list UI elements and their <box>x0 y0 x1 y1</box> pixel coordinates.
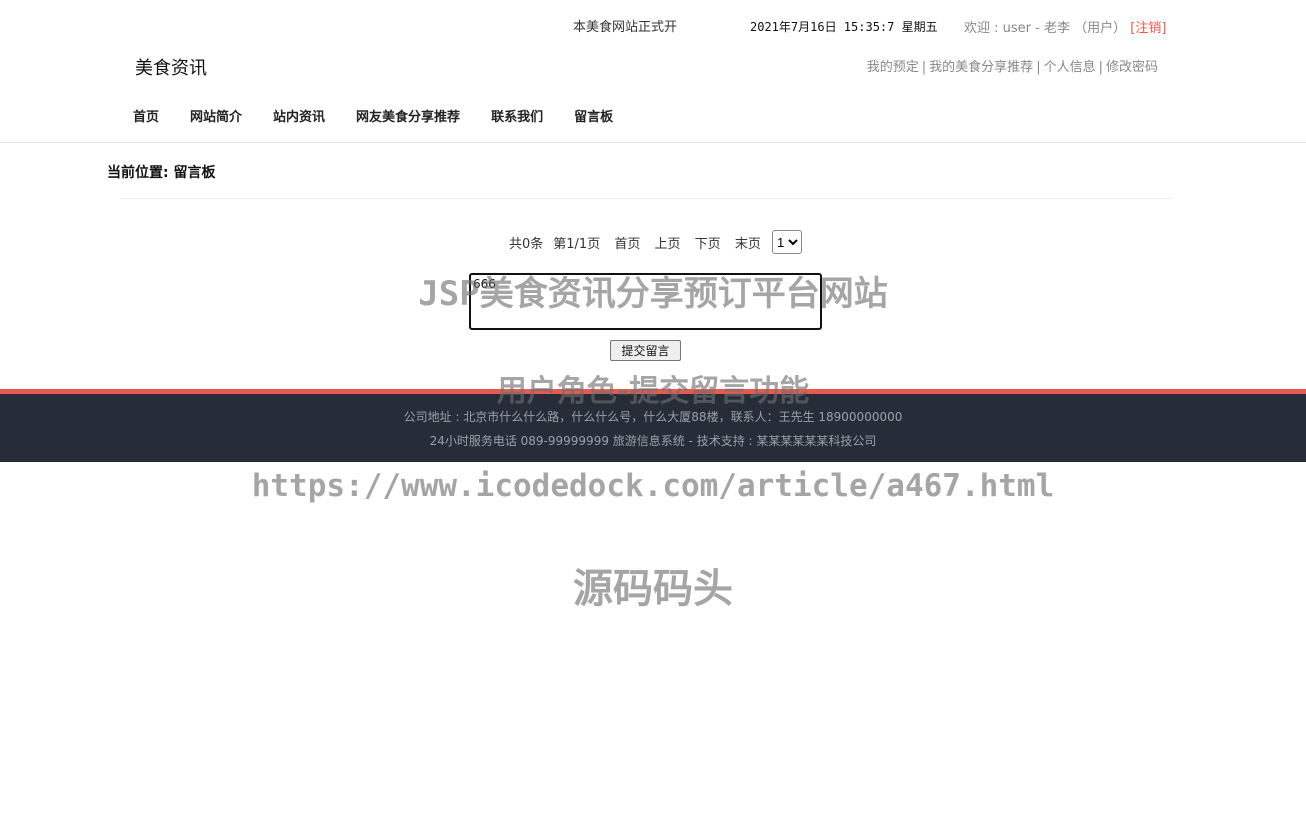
footer: 公司地址 : 北京市什么什么路，什么什么号，什么大厦88楼，联系人：王先生 18… <box>0 389 1306 462</box>
nav-contact[interactable]: 联系我们 <box>491 106 543 125</box>
watermark-url: https://www.icodedock.com/article/a467.h… <box>251 468 1055 504</box>
breadcrumb: 当前位置: 留言板 <box>107 165 216 181</box>
watermark-brand: 源码码头 <box>573 566 733 612</box>
nav-news[interactable]: 站内资讯 <box>273 106 325 125</box>
separator: | <box>1098 60 1103 75</box>
header-divider <box>0 142 1306 143</box>
breadcrumb-divider <box>120 198 1172 199</box>
pagination: 共0条 第1/1页 首页 上页 下页 末页 1 <box>0 230 1306 254</box>
prev-page-link[interactable]: 上页 <box>655 237 681 252</box>
welcome-text: 欢迎 : user - 老李 （用户） [注销] <box>964 17 1166 36</box>
top-bar: 本美食网站正式开 2021年7月16日 15:35:7 星期五 欢迎 : use… <box>0 0 1306 48</box>
page-select[interactable]: 1 <box>771 230 802 254</box>
nav-guestbook[interactable]: 留言板 <box>574 106 613 125</box>
username: user <box>1002 21 1032 36</box>
separator: | <box>921 60 927 75</box>
separator: | <box>1036 60 1041 75</box>
last-page-link[interactable]: 末页 <box>735 237 761 252</box>
footer-contact: 24小时服务电话 089-99999999 旅游信息系统 - 技术支持 : 某某… <box>429 434 877 448</box>
page-info: 第1/1页 <box>553 236 601 252</box>
profile-link[interactable]: 个人信息 <box>1044 60 1096 75</box>
user-links: 我的预定 | 我的美食分享推荐 | 个人信息 | 修改密码 <box>867 56 1158 75</box>
submit-message-button[interactable]: 提交留言 <box>610 340 681 361</box>
change-password-link[interactable]: 修改密码 <box>1106 60 1158 75</box>
role-label: （用户） <box>1070 21 1131 36</box>
first-page-link[interactable]: 首页 <box>614 237 640 252</box>
my-reservations-link[interactable]: 我的预定 <box>867 60 919 75</box>
nav-home[interactable]: 首页 <box>133 106 159 125</box>
realname: 老李 <box>1043 21 1070 36</box>
main-nav: 首页 网站简介 站内资讯 网友美食分享推荐 联系我们 留言板 <box>133 106 644 125</box>
datetime-display: 2021年7月16日 15:35:7 星期五 <box>750 20 938 34</box>
message-textarea[interactable]: 666 <box>469 273 822 330</box>
total-count: 共0条 <box>509 236 544 252</box>
site-logo[interactable]: 美食资讯 <box>135 54 207 80</box>
footer-address: 公司地址 : 北京市什么什么路，什么什么号，什么大厦88楼，联系人：王先生 18… <box>403 410 903 424</box>
nav-about[interactable]: 网站简介 <box>190 106 242 125</box>
next-page-link[interactable]: 下页 <box>695 237 721 252</box>
announcement-marquee: 本美食网站正式开 <box>573 20 678 35</box>
my-food-shares-link[interactable]: 我的美食分享推荐 <box>929 60 1033 75</box>
logout-link[interactable]: [注销] <box>1130 21 1166 36</box>
dash: - <box>1031 21 1044 36</box>
nav-food-shares[interactable]: 网友美食分享推荐 <box>356 106 460 125</box>
welcome-prefix: 欢迎 : <box>964 21 1003 36</box>
